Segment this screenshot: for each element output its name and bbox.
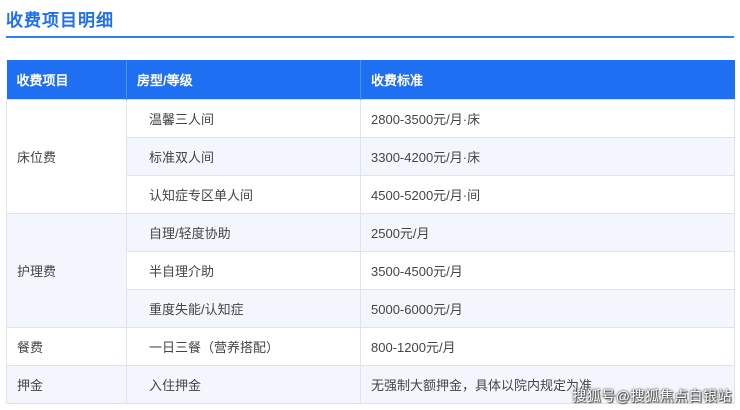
category-cell: 护理费 xyxy=(6,213,127,328)
table-row: 床位费 温馨三人间 2800-3500元/月·床 xyxy=(6,99,735,214)
item-cell: 一日三餐（营养搭配） xyxy=(126,327,361,366)
category-cell: 押金 xyxy=(6,365,127,404)
price-cell: 800-1200元/月 xyxy=(360,327,735,366)
price-cell: 5000-6000元/月 xyxy=(360,289,735,328)
header-price: 收费标准 xyxy=(360,60,735,100)
header-room-type: 房型/等级 xyxy=(126,60,361,100)
category-cell: 餐费 xyxy=(6,327,127,366)
item-cell: 认知症专区单人间 xyxy=(126,175,361,214)
table-row: 护理费 自理/轻度协助 2500元/月 xyxy=(6,213,735,328)
price-cell: 2800-3500元/月·床 xyxy=(360,99,735,138)
item-cell: 温馨三人间 xyxy=(126,99,361,138)
source-watermark: 搜狐号@搜狐焦点白银站 xyxy=(572,388,732,404)
item-cell: 自理/轻度协助 xyxy=(126,213,361,252)
category-cell: 床位费 xyxy=(6,99,127,214)
item-cell: 入住押金 xyxy=(126,365,361,404)
price-cell: 3500-4500元/月 xyxy=(360,251,735,290)
page-title: 收费项目明细 xyxy=(6,11,114,30)
header-category: 收费项目 xyxy=(6,60,127,100)
price-cell: 4500-5200元/月·间 xyxy=(360,175,735,214)
item-cell: 标准双人间 xyxy=(126,137,361,176)
price-cell: 3300-4200元/月·床 xyxy=(360,137,735,176)
price-cell: 2500元/月 xyxy=(360,213,735,252)
title-divider xyxy=(6,36,734,38)
table-header-row: 收费项目 房型/等级 收费标准 xyxy=(6,60,735,100)
item-cell: 重度失能/认知症 xyxy=(126,289,361,328)
table-row: 餐费 一日三餐（营养搭配） 800-1200元/月 xyxy=(6,327,735,366)
item-cell: 半自理介助 xyxy=(126,251,361,290)
fee-table: 收费项目 房型/等级 收费标准 床位费 温馨三人间 2800-3500元/月·床… xyxy=(6,60,735,404)
